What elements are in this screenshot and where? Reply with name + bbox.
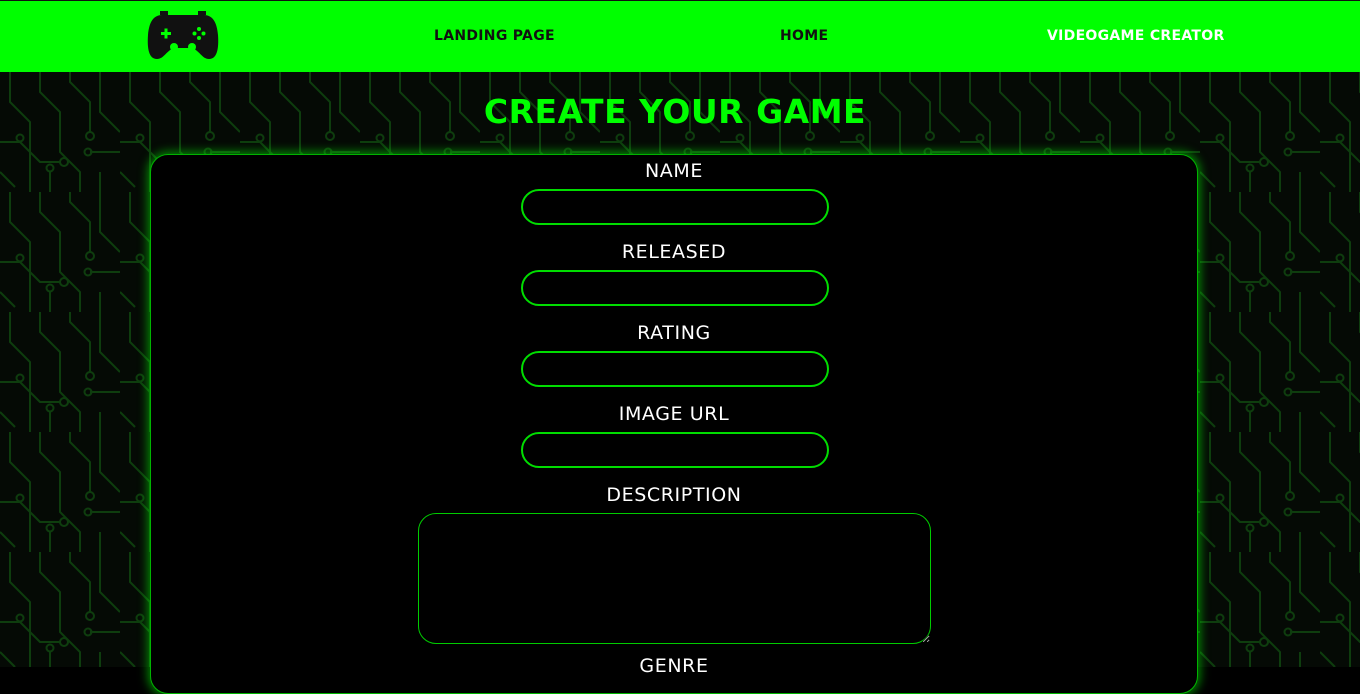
image-url-input[interactable] [521, 432, 829, 468]
name-label: NAME [644, 160, 703, 182]
released-input[interactable] [521, 270, 829, 306]
nav-link-videogame-creator[interactable]: VIDEOGAME CREATOR [1047, 28, 1225, 44]
rating-label: RATING [637, 322, 711, 344]
description-label: DESCRIPTION [606, 484, 742, 506]
nav-link-landing-page[interactable]: LANDING PAGE [434, 28, 555, 44]
name-input[interactable] [521, 189, 829, 225]
image-url-label: IMAGE URL [618, 403, 730, 425]
rating-input[interactable] [521, 351, 829, 387]
released-label: RELEASED [621, 241, 727, 263]
description-textarea[interactable] [418, 513, 931, 644]
page-title: CREATE YOUR GAME [483, 92, 867, 131]
navbar: LANDING PAGE HOME VIDEOGAME CREATOR [0, 0, 1360, 72]
nav-link-home[interactable]: HOME [780, 28, 828, 44]
gamepad-icon[interactable] [146, 9, 220, 63]
genre-label: GENRE [639, 655, 709, 677]
